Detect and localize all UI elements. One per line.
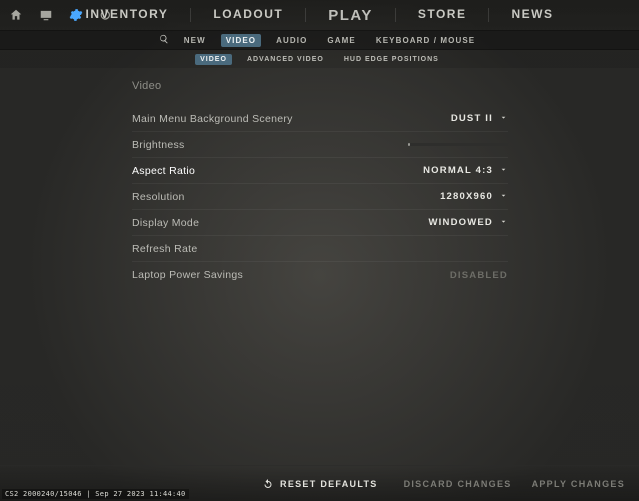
value-scenery: DUST II bbox=[451, 113, 493, 124]
dropdown-aspect-ratio[interactable]: NORMAL 4:3 bbox=[423, 165, 508, 177]
chevron-down-icon bbox=[499, 191, 508, 203]
apply-changes-button[interactable]: APPLY CHANGES bbox=[532, 479, 625, 489]
value-resolution: 1280X960 bbox=[440, 191, 493, 202]
label-resolution: Resolution bbox=[132, 191, 185, 203]
nav-loadout[interactable]: LOADOUT bbox=[213, 7, 283, 24]
reset-defaults-button[interactable]: RESET DEFAULTS bbox=[262, 478, 378, 490]
tab-video[interactable]: VIDEO bbox=[221, 34, 261, 47]
tab-game[interactable]: GAME bbox=[322, 34, 360, 47]
row-refresh-rate: Refresh Rate bbox=[132, 236, 508, 262]
debug-info: CS2 2000240/15046 | Sep 27 2023 11:44:40 bbox=[2, 489, 189, 499]
row-brightness: Brightness bbox=[132, 132, 508, 158]
home-icon[interactable] bbox=[8, 7, 24, 23]
value-aspect-ratio: NORMAL 4:3 bbox=[423, 165, 493, 176]
video-subtabs: VIDEO ADVANCED VIDEO HUD EDGE POSITIONS bbox=[0, 50, 639, 68]
section-title: Video bbox=[132, 80, 508, 92]
value-display-mode: WINDOWED bbox=[429, 217, 493, 228]
tab-new[interactable]: NEW bbox=[179, 34, 211, 47]
main-nav: INVENTORY LOADOUT PLAY STORE NEWS bbox=[0, 7, 639, 24]
settings-tabs: NEW VIDEO AUDIO GAME KEYBOARD / MOUSE bbox=[0, 30, 639, 50]
tab-keyboard[interactable]: KEYBOARD / MOUSE bbox=[371, 34, 480, 47]
slider-brightness[interactable] bbox=[408, 143, 508, 146]
chevron-down-icon bbox=[499, 113, 508, 125]
settings-icon[interactable] bbox=[68, 7, 84, 23]
label-aspect-ratio: Aspect Ratio bbox=[132, 165, 195, 177]
label-laptop-power: Laptop Power Savings bbox=[132, 269, 243, 281]
value-laptop-power: DISABLED bbox=[450, 270, 508, 281]
dropdown-display-mode[interactable]: WINDOWED bbox=[429, 217, 508, 229]
discard-changes-button[interactable]: DISCARD CHANGES bbox=[404, 479, 512, 489]
nav-divider bbox=[395, 8, 396, 22]
dropdown-scenery[interactable]: DUST II bbox=[451, 113, 508, 125]
subtab-video[interactable]: VIDEO bbox=[195, 54, 232, 65]
row-resolution[interactable]: Resolution 1280X960 bbox=[132, 184, 508, 210]
reset-icon bbox=[262, 478, 274, 490]
tab-audio[interactable]: AUDIO bbox=[271, 34, 312, 47]
nav-news[interactable]: NEWS bbox=[511, 7, 553, 24]
nav-store[interactable]: STORE bbox=[418, 7, 467, 24]
tv-icon[interactable] bbox=[38, 7, 54, 23]
dropdown-resolution[interactable]: 1280X960 bbox=[440, 191, 508, 203]
top-bar: INVENTORY LOADOUT PLAY STORE NEWS bbox=[0, 0, 639, 30]
nav-divider bbox=[190, 8, 191, 22]
video-settings-panel: Video Main Menu Background Scenery DUST … bbox=[132, 80, 508, 288]
reset-defaults-label: RESET DEFAULTS bbox=[280, 479, 378, 489]
search-icon[interactable] bbox=[159, 31, 169, 49]
nav-play[interactable]: PLAY bbox=[328, 7, 373, 24]
nav-inventory[interactable]: INVENTORY bbox=[86, 7, 169, 24]
nav-divider bbox=[488, 8, 489, 22]
label-refresh-rate: Refresh Rate bbox=[132, 243, 197, 255]
row-scenery[interactable]: Main Menu Background Scenery DUST II bbox=[132, 106, 508, 132]
row-display-mode[interactable]: Display Mode WINDOWED bbox=[132, 210, 508, 236]
subtab-advanced-video[interactable]: ADVANCED VIDEO bbox=[242, 54, 329, 65]
nav-divider bbox=[305, 8, 306, 22]
chevron-down-icon bbox=[499, 165, 508, 177]
row-laptop-power: Laptop Power Savings DISABLED bbox=[132, 262, 508, 288]
chevron-down-icon bbox=[499, 217, 508, 229]
subtab-hud-edge[interactable]: HUD EDGE POSITIONS bbox=[339, 54, 444, 65]
row-aspect-ratio[interactable]: Aspect Ratio NORMAL 4:3 bbox=[132, 158, 508, 184]
label-display-mode: Display Mode bbox=[132, 217, 199, 229]
label-brightness: Brightness bbox=[132, 139, 185, 151]
label-scenery: Main Menu Background Scenery bbox=[132, 113, 293, 125]
